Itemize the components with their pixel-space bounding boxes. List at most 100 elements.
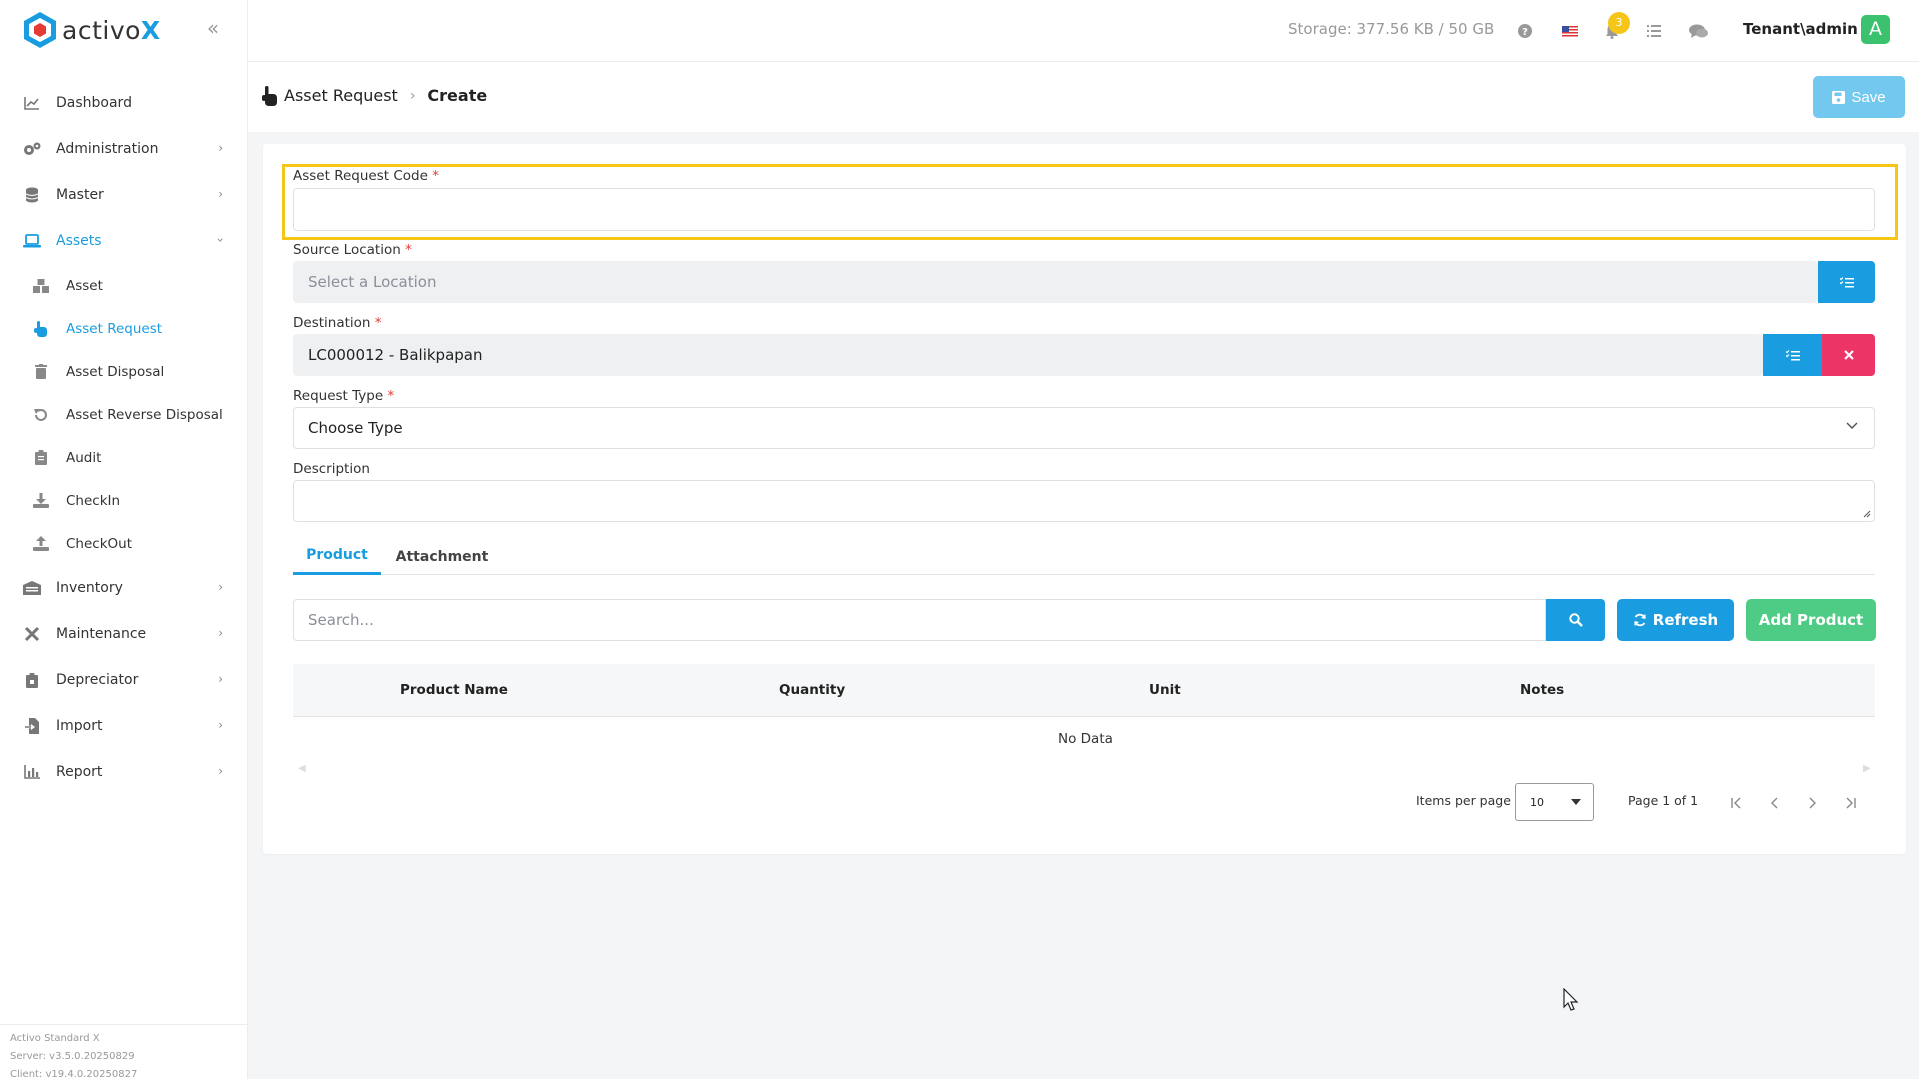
- version-info: Activo Standard X Server: v3.5.0.2025082…: [0, 1024, 247, 1079]
- search-button[interactable]: [1546, 599, 1605, 641]
- app-logo-text: activoX: [62, 15, 161, 45]
- hand-pointer-icon: [32, 320, 50, 338]
- collapse-sidebar-icon[interactable]: «: [203, 18, 223, 38]
- product-name: Activo Standard X: [10, 1033, 100, 1044]
- next-page-icon[interactable]: [1801, 792, 1823, 814]
- refresh-button[interactable]: Refresh: [1617, 599, 1734, 641]
- hexagon-logo-icon: [24, 12, 56, 48]
- chevron-right-icon: ›: [218, 580, 223, 594]
- request-type-select[interactable]: Choose Type: [293, 407, 1875, 449]
- sidebar-item-maintenance[interactable]: Maintenance ›: [0, 611, 247, 657]
- warehouse-icon: [22, 578, 42, 598]
- add-product-button[interactable]: Add Product: [1746, 599, 1876, 641]
- source-location-lookup-button[interactable]: [1818, 261, 1875, 303]
- chevron-right-icon: ›: [218, 764, 223, 778]
- close-icon: [1843, 350, 1854, 360]
- trash-icon: [32, 363, 50, 381]
- resize-handle-icon: [1863, 510, 1871, 518]
- product-table-header: Product Name Quantity Unit Notes: [293, 664, 1875, 717]
- sidebar-item-master[interactable]: Master ›: [0, 172, 247, 218]
- avatar[interactable]: A: [1861, 15, 1890, 44]
- refresh-button-label: Refresh: [1652, 611, 1719, 629]
- server-version: Server: v3.5.0.20250829: [10, 1051, 135, 1062]
- sidebar-subitem-label: Asset Reverse Disposal: [66, 406, 223, 423]
- chevron-right-icon: ›: [409, 87, 416, 104]
- floppy-disk-icon: [1832, 90, 1846, 104]
- previous-page-icon[interactable]: [1764, 792, 1786, 814]
- items-per-page-label: Items per page: [1416, 793, 1511, 808]
- sidebar-item-report[interactable]: Report ›: [0, 749, 247, 795]
- page-indicator: Page 1 of 1: [1628, 793, 1699, 808]
- help-icon[interactable]: ?: [1514, 20, 1536, 42]
- sidebar-nav: Dashboard Administration › Master › Asse…: [0, 80, 247, 795]
- sidebar-item-dashboard[interactable]: Dashboard: [0, 80, 247, 126]
- list-check-icon: [1839, 276, 1854, 287]
- column-header-product-name[interactable]: Product Name: [400, 682, 508, 698]
- sidebar-item-import[interactable]: Import ›: [0, 703, 247, 749]
- sidebar-item-assets[interactable]: Assets ›: [0, 218, 247, 264]
- undo-icon: [32, 406, 50, 424]
- chevron-right-icon: ›: [218, 187, 223, 201]
- chat-icon[interactable]: [1688, 20, 1710, 42]
- sidebar-subitem-label: CheckIn: [66, 492, 121, 509]
- download-icon: [32, 492, 50, 510]
- description-textarea[interactable]: [293, 480, 1875, 522]
- sidebar-subitem-asset[interactable]: Asset: [0, 264, 247, 307]
- sidebar-subitem-label: Audit: [66, 449, 102, 466]
- laptop-icon: [22, 231, 42, 251]
- items-per-page-select[interactable]: 10: [1515, 783, 1594, 821]
- sidebar-item-administration[interactable]: Administration ›: [0, 126, 247, 172]
- sidebar-item-depreciator[interactable]: Depreciator ›: [0, 657, 247, 703]
- tab-bar: Product Attachment: [293, 538, 1875, 575]
- destination-label: Destination *: [293, 315, 382, 331]
- storage-usage: Storage: 377.56 KB / 50 GB: [1288, 20, 1495, 38]
- source-location-field[interactable]: Select a Location: [293, 261, 1818, 303]
- client-version: Client: v19.4.0.20250827: [10, 1069, 138, 1079]
- sidebar-subitem-label: CheckOut: [66, 535, 133, 552]
- chart-line-icon: [22, 93, 42, 113]
- breadcrumb-current: Create: [427, 86, 488, 105]
- last-page-icon[interactable]: [1839, 792, 1861, 814]
- sidebar-subitem-asset-reverse-disposal[interactable]: Asset Reverse Disposal: [0, 393, 247, 436]
- product-search-input[interactable]: Search...: [293, 599, 1546, 641]
- empty-table-message: No Data: [1058, 731, 1113, 747]
- notification-count-badge: 3: [1608, 12, 1630, 34]
- chevron-right-icon: ›: [218, 672, 223, 686]
- mouse-cursor-icon: [1563, 988, 1579, 1011]
- us-flag-icon[interactable]: [1559, 20, 1581, 42]
- tools-icon: [22, 624, 42, 644]
- destination-lookup-button[interactable]: [1763, 334, 1822, 376]
- sidebar-subitem-checkout[interactable]: CheckOut: [0, 522, 247, 565]
- list-check-icon: [1785, 349, 1800, 360]
- save-button[interactable]: Save: [1813, 76, 1905, 118]
- save-button-label: Save: [1851, 88, 1886, 106]
- clipboard-icon: [22, 670, 42, 690]
- sidebar-subitem-checkin[interactable]: CheckIn: [0, 479, 247, 522]
- tab-product[interactable]: Product: [293, 538, 381, 575]
- first-page-icon[interactable]: [1726, 792, 1748, 814]
- breadcrumb-asset-request[interactable]: Asset Request: [284, 86, 398, 105]
- destination-clear-button[interactable]: [1822, 334, 1875, 376]
- destination-field[interactable]: LC000012 - Balikpapan: [293, 334, 1763, 376]
- sidebar-subitem-asset-request[interactable]: Asset Request: [0, 307, 247, 350]
- user-name[interactable]: Tenant\admin: [1743, 20, 1858, 38]
- boxes-icon: [32, 277, 50, 295]
- sidebar-item-label: Import: [56, 718, 103, 734]
- page-header: [248, 62, 1919, 132]
- app-logo[interactable]: activoX: [22, 10, 161, 50]
- sidebar-subitem-asset-disposal[interactable]: Asset Disposal: [0, 350, 247, 393]
- focus-highlight: [282, 164, 1898, 240]
- tab-attachment[interactable]: Attachment: [396, 538, 489, 575]
- scroll-left-icon[interactable]: ◀: [298, 763, 306, 774]
- column-header-notes[interactable]: Notes: [1520, 682, 1564, 698]
- chevron-down-icon: ›: [213, 237, 228, 243]
- refresh-icon: [1633, 613, 1646, 627]
- task-list-icon[interactable]: [1643, 20, 1665, 42]
- sidebar-subitem-audit[interactable]: Audit: [0, 436, 247, 479]
- column-header-unit[interactable]: Unit: [1149, 682, 1181, 698]
- caret-down-icon: [1571, 799, 1581, 805]
- column-header-quantity[interactable]: Quantity: [779, 682, 845, 698]
- source-location-label: Source Location *: [293, 242, 412, 258]
- sidebar-item-inventory[interactable]: Inventory ›: [0, 565, 247, 611]
- scroll-right-icon[interactable]: ▶: [1863, 763, 1871, 774]
